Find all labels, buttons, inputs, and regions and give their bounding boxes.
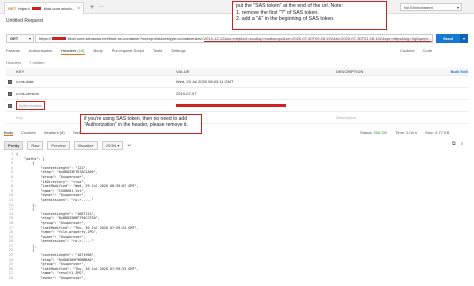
format-label: JSON [105,143,117,148]
col-description: DESCRIPTION [336,69,364,74]
response-size: Size: 4.77 KB [425,130,450,135]
header-key[interactable]: x-ms-date [14,79,174,84]
code-lines: 1{2 "paths": [3 {4 "contentLength": "122… [4,152,470,281]
preview-button[interactable]: Preview [47,141,70,150]
request-title: Untitled Request [6,18,43,24]
response-tools: ⧉ ⌕ [452,141,463,147]
table-header-row: KEY VALUE DESCRIPTION Bulk Edit [6,68,468,76]
tab-method: GET [8,6,17,11]
checkbox[interactable]: ✓ [8,79,12,84]
response-time: Time: 2.04 s [395,130,418,135]
callout-line: 1. remove the first "?" of SAS token. [236,9,319,16]
annotation-callout-sas-url: put the "SAS token" at the end of the ur… [232,1,387,30]
method-label: GET [10,36,19,41]
send-button[interactable]: Send [436,34,460,43]
tab-params[interactable]: Params [6,48,20,55]
plus-icon[interactable]: + [88,3,96,12]
method-select[interactable]: GET ▾ [6,34,34,43]
chevron-down-icon[interactable]: ▾ [460,34,468,43]
chevron-down-icon: ▾ [28,36,31,41]
postman-window: GET https:// .blob.core.windo... × + ···… [0,0,474,286]
table-actions: Bulk Edit [444,69,468,74]
callout-line: 2. add a "&" in the beginning of SAS tok… [236,16,335,23]
tab-authorization[interactable]: Authorization [29,48,52,55]
table-row: ✓ x-ms-version 2019-07-07 [6,88,468,100]
table-row: ✓ x-ms-date Wed, 29 Jul 2020 08:03:11 GM… [6,76,468,88]
visualize-button[interactable]: Visualize [73,141,98,150]
tab-url-suffix: .blob.core.windo... [42,6,76,11]
tab-body[interactable]: Body [94,48,103,55]
header-key[interactable]: x-ms-version [14,91,174,96]
code-line: 28 "owner": "$superuser", [4,276,470,281]
request-tabs: Params Authorization Headers (10) Body P… [6,48,186,55]
response-status-bar: Status: 200 OK Time: 2.04 s Size: 4.77 K… [360,130,449,135]
table-row-new: Key Value Description [6,112,468,124]
status-text: Status: 200 OK [360,130,387,135]
url-prefix: https:// [39,36,52,41]
col-key: KEY [16,69,25,74]
table-row: ✓ Authorization [6,100,468,112]
line-number: 28 [8,276,13,281]
checkbox[interactable]: ✓ [8,91,12,96]
environment-label: No Environment [404,4,433,10]
redacted-mark [176,104,286,107]
tab-url-prefix: https:// [18,6,31,11]
annotation-callout-authorization: if you're using SAS token, then no need … [80,114,202,134]
bulk-edit-link[interactable]: Bulk Edit [451,69,468,74]
sub-tab-hidden[interactable]: 7 hidden [29,60,44,65]
tab-response-body[interactable]: Body [4,130,14,136]
wrap-icon[interactable]: ↵ [127,143,131,149]
sub-tab-headers[interactable]: Headers [6,60,21,65]
search-icon[interactable]: ⌕ [461,141,464,147]
authorization-key[interactable]: Authorization [16,101,46,110]
callout-line: put the "SAS token" at the end of the ur… [236,3,343,9]
callout-line: "Authorization" in the header, please re… [84,122,188,128]
url-sas-token: 2019-12-12&ss=bfqt&srt=sco&sp=rwdlacupx&… [203,36,432,41]
code-text: "owner": "$superuser", [16,276,86,281]
environment-select[interactable]: No Environment ▾ [400,3,462,11]
raw-button[interactable]: Raw [27,141,44,150]
status-label: Status: [360,130,373,135]
redacted-mark [52,37,67,40]
code-link[interactable]: Code [422,48,432,53]
format-select[interactable]: JSON ▾ [101,141,124,150]
header-sub-tabs: Headers 7 hidden [6,60,44,65]
url-input[interactable]: https:// .blob.core.windows.net/blob-rw-… [35,34,433,43]
right-links: Cookies Code [400,48,432,53]
new-description-input[interactable]: Description [334,115,444,120]
more-icon[interactable]: ··· [99,3,104,12]
tab-tests[interactable]: Tests [153,48,162,55]
tab-response-headers[interactable]: Headers (8) [44,130,65,136]
headers-table: KEY VALUE DESCRIPTION Bulk Edit ✓ x-ms-d… [6,68,468,124]
tab-headers[interactable]: Headers (10) [61,48,85,55]
checkbox[interactable]: ✓ [8,103,12,108]
header-value[interactable]: Wed, 29 Jul 2020 08:03:11 GMT [174,79,334,84]
copy-icon[interactable]: ⧉ [452,141,456,147]
col-value: VALUE [176,69,190,74]
status-code: 200 OK [373,130,388,135]
tab-headers-count: (10) [77,48,85,53]
cookies-link[interactable]: Cookies [400,48,414,53]
url-middle: .blob.core.windows.net/blob-rw-container… [67,36,204,41]
pretty-button[interactable]: Pretty [4,141,24,150]
tab-pre-request-script[interactable]: Pre-request Script [112,48,144,55]
tab-headers-label: Headers [61,48,77,53]
response-body-code: 1{2 "paths": [3 {4 "contentLength": "122… [4,152,470,284]
tab-response-cookies[interactable]: Cookies [21,130,35,136]
redacted-mark [32,7,41,10]
response-toolbar: Pretty Raw Preview Visualize JSON ▾ ↵ [4,141,132,150]
request-tab[interactable]: GET https:// .blob.core.windo... × [4,2,84,14]
tab-settings[interactable]: Settings [171,48,185,55]
header-value[interactable]: 2019-07-07 [174,91,334,96]
chevron-down-icon: ▾ [456,4,459,10]
close-icon[interactable]: × [77,6,80,12]
